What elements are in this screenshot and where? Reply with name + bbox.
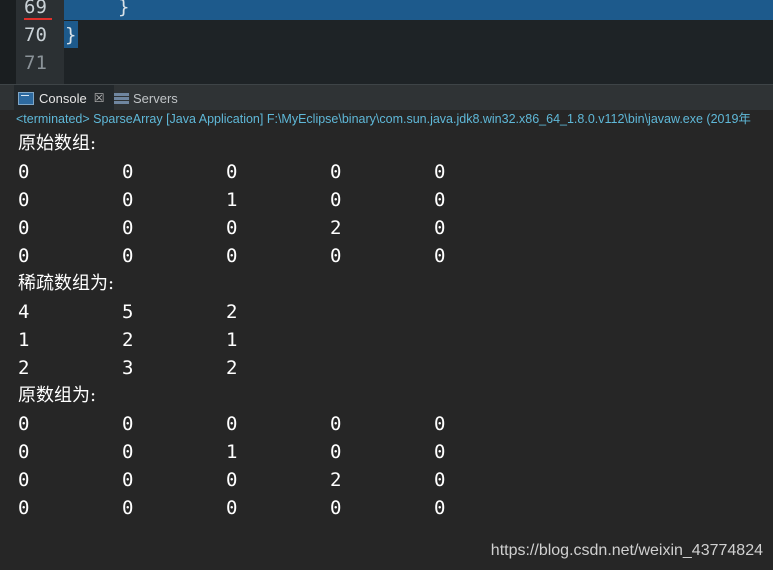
output-cell: 4 [18,301,30,323]
output-cell: 0 [226,217,238,239]
output-cell: 1 [226,189,238,211]
output-cell: 0 [330,441,342,463]
code-line[interactable]: } [118,0,129,20]
output-cell: 0 [122,413,134,435]
output-cell: 0 [18,189,30,211]
output-cell: 0 [434,413,446,435]
watermark: https://blog.csdn.net/weixin_43774824 [490,542,763,559]
output-cell: 2 [226,301,238,323]
output-cell: 1 [226,329,238,351]
console-output[interactable]: 原始数组: 0 0 0 0 0 0 0 1 0 0 0 0 0 2 0 0 0 0 0 0 稀疏数组为: 4 5 2 1 2 1 2 3 2… [18,130,758,522]
output-cell: 0 [330,497,342,519]
console-view-tabbar: Console ☒ Servers [0,84,773,111]
output-cell: 0 [330,245,342,267]
output-row: 0 0 0 2 0 [18,214,758,242]
output-heading: 原数组为: [18,385,97,406]
output-row: 0 0 0 2 0 [18,466,758,494]
output-row: 0 0 0 0 0 [18,158,758,186]
output-cell: 0 [434,161,446,183]
selection-highlight [64,0,773,20]
output-row: 2 3 2 [18,354,758,382]
output-cell: 0 [122,217,134,239]
output-cell: 0 [122,189,134,211]
tab-servers-label: Servers [133,90,178,106]
tab-console-label: Console [39,90,87,106]
line-number: 70 [24,24,47,46]
output-cell: 0 [434,217,446,239]
output-cell: 0 [18,217,30,239]
output-cell: 0 [18,161,30,183]
output-cell: 0 [434,245,446,267]
output-heading: 稀疏数组为: [18,273,115,294]
code-line[interactable]: } [65,22,76,48]
output-cell: 0 [226,161,238,183]
output-cell: 0 [434,469,446,491]
output-row: 0 0 0 0 0 [18,242,758,270]
output-cell: 0 [18,497,30,519]
output-cell: 2 [330,469,342,491]
output-row: 0 0 0 0 0 [18,410,758,438]
output-cell: 0 [226,245,238,267]
output-cell: 0 [18,441,30,463]
output-cell: 0 [330,413,342,435]
line-number: 71 [24,52,47,74]
output-cell: 0 [122,469,134,491]
output-cell: 0 [434,497,446,519]
tab-servers[interactable]: Servers [114,85,178,111]
output-row: 0 0 1 0 0 [18,438,758,466]
output-heading: 原始数组: [18,133,97,154]
output-cell: 0 [330,161,342,183]
line-number: 69 [24,0,47,18]
output-row: 4 5 2 [18,298,758,326]
output-cell: 0 [226,413,238,435]
output-cell: 0 [122,161,134,183]
output-row: 0 0 0 0 0 [18,494,758,522]
console-icon [18,91,34,105]
output-cell: 0 [434,189,446,211]
output-cell: 3 [122,357,134,379]
console-status-line: <terminated> SparseArray [Java Applicati… [0,110,773,128]
output-cell: 0 [434,441,446,463]
output-row: 0 0 1 0 0 [18,186,758,214]
output-cell: 0 [226,497,238,519]
output-cell: 0 [226,469,238,491]
output-cell: 1 [226,441,238,463]
code-editor[interactable]: 69 } 70 } 71 [0,0,773,84]
output-cell: 0 [122,441,134,463]
output-cell: 2 [122,329,134,351]
output-cell: 1 [18,329,30,351]
output-cell: 5 [122,301,134,323]
output-cell: 2 [330,217,342,239]
output-row: 1 2 1 [18,326,758,354]
output-cell: 0 [18,245,30,267]
output-cell: 0 [122,497,134,519]
editor-left-strip [0,0,16,84]
output-cell: 0 [18,413,30,435]
close-icon[interactable]: ☒ [94,91,105,105]
tab-console[interactable]: Console ☒ [14,85,114,111]
output-cell: 2 [226,357,238,379]
output-cell: 0 [330,189,342,211]
output-cell: 0 [18,469,30,491]
output-cell: 2 [18,357,30,379]
error-underline [24,18,52,20]
output-cell: 0 [122,245,134,267]
servers-icon [114,92,129,105]
